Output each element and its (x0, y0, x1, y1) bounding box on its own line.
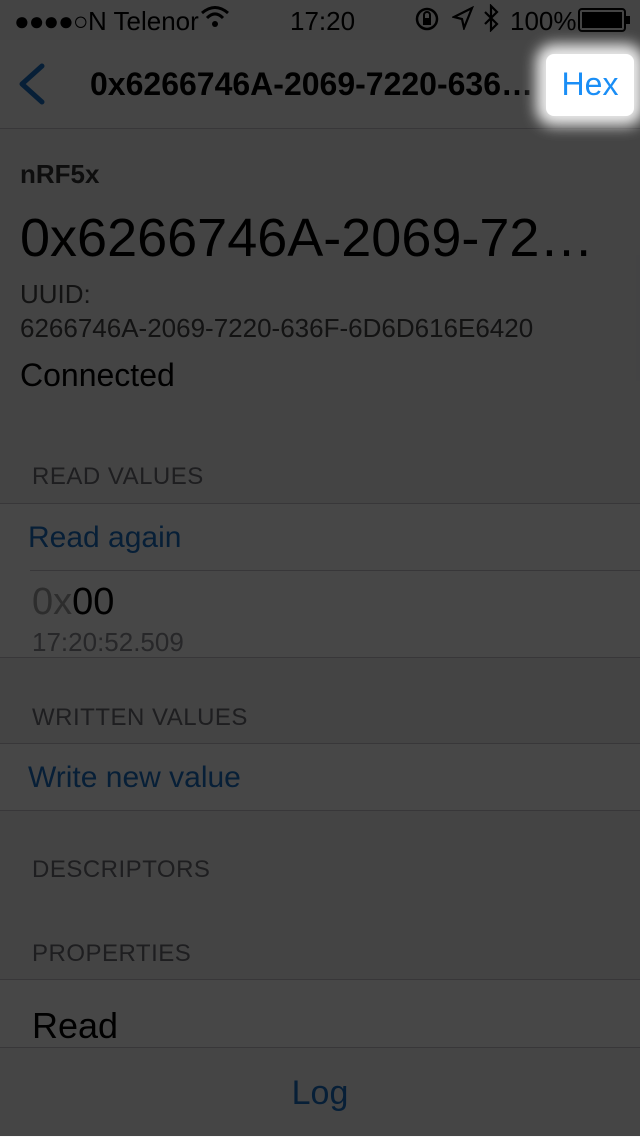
read-timestamp: 17:20:52.509 (32, 627, 184, 657)
properties-section: Read (0, 979, 640, 1047)
descriptors-header: DESCRIPTORS (32, 856, 211, 883)
divider (0, 503, 640, 504)
write-new-value-button[interactable]: Write new value (28, 761, 241, 795)
clock-label: 17:20 (290, 6, 356, 36)
chevron-left-icon (19, 63, 45, 105)
hex-toggle-button[interactable]: Hex (546, 54, 634, 116)
read-again-button[interactable]: Read again (28, 521, 181, 555)
location-icon (450, 5, 475, 37)
carrier-label: N Telenor (88, 6, 199, 36)
characteristic-detail: nRF5x 0x6266746A-2069-7220-636F-6D6D616E… (0, 129, 640, 1047)
divider (30, 570, 640, 571)
divider (0, 743, 640, 744)
device-name: nRF5x (20, 159, 100, 189)
status-bar: ●●●●○ N Telenor 17:20 100% (0, 0, 640, 40)
written-values-section: Write new value (0, 743, 640, 811)
properties-header: PROPERTIES (32, 940, 192, 967)
hex-toggle-label: Hex (561, 66, 619, 102)
page-title: 0x6266746A-2069-7220-636F-6D6D616E6420 (90, 66, 550, 102)
hex-value: 00 (72, 581, 115, 623)
characteristic-title: 0x6266746A-2069-7220-636F-6D6D616E6420 (20, 208, 620, 268)
written-values-header: WRITTEN VALUES (32, 704, 248, 731)
divider (0, 810, 640, 811)
divider (0, 979, 640, 980)
hex-prefix: 0x (32, 581, 73, 623)
property-item: Read (32, 1005, 119, 1046)
uuid-value: 6266746A-2069-7220-636F-6D6D616E6420 (20, 313, 534, 343)
read-value: 0x00 (32, 581, 114, 624)
signal-strength-icon: ●●●●○ (14, 6, 89, 36)
uuid-label: UUID: (20, 279, 91, 309)
log-button[interactable]: Log (0, 1074, 640, 1113)
battery-percentage: 100% (510, 6, 577, 36)
bluetooth-icon (482, 3, 500, 39)
read-values-header: READ VALUES (32, 463, 204, 490)
back-button[interactable] (14, 60, 50, 108)
read-values-section: Read again 0x00 17:20:52.509 (0, 503, 640, 658)
battery-icon (578, 8, 632, 39)
rotation-lock-icon (414, 6, 440, 39)
tab-bar: Log (0, 1047, 640, 1137)
connection-state: Connected (20, 357, 175, 393)
navigation-bar: 0x6266746A-2069-7220-636F-6D6D616E6420 (0, 40, 640, 129)
divider (0, 657, 640, 658)
wifi-icon (200, 4, 230, 37)
